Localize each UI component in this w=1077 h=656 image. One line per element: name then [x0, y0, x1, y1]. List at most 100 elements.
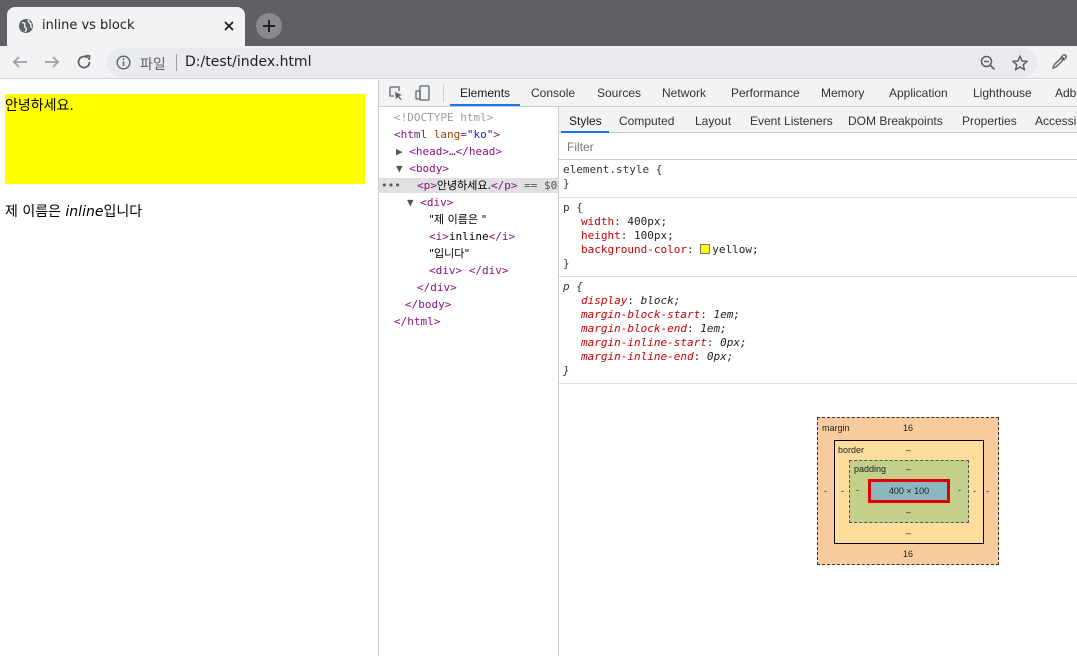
collapse-triangle-icon[interactable]: ▼	[407, 196, 414, 209]
dom-doctype[interactable]: <!DOCTYPE html>	[394, 111, 493, 125]
scheme-label: 파일	[140, 57, 166, 73]
padding-top-value[interactable]: –	[906, 464, 911, 474]
devtools-tab-bar: Elements Console Sources Network Perform…	[379, 80, 1077, 107]
box-model-content[interactable]: 400 × 100	[868, 479, 950, 503]
filter-bar: Filter	[559, 133, 1077, 160]
dom-div-open[interactable]: ▼ <div>	[407, 196, 453, 210]
collapse-triangle-icon[interactable]: ▼	[396, 162, 403, 175]
dom-html-close[interactable]: </html>	[394, 315, 440, 329]
omnibox-separator	[176, 54, 177, 71]
tab-properties[interactable]: Properties	[962, 114, 1017, 128]
tab-memory[interactable]: Memory	[821, 86, 864, 100]
tab-dom-breakpoints[interactable]: DOM Breakpoints	[848, 114, 943, 128]
globe-icon	[18, 18, 34, 34]
prop-width[interactable]: width: 400px;	[581, 215, 667, 229]
tab-application[interactable]: Application	[889, 86, 948, 100]
padding-left-value[interactable]: -	[856, 485, 859, 495]
dom-html-open[interactable]: <html lang="ko">	[394, 128, 500, 142]
tab-performance[interactable]: Performance	[731, 86, 800, 100]
attr-lang-value: "ko"	[466, 128, 494, 141]
url-text[interactable]: D:/test/index.html	[185, 54, 311, 70]
tab-styles[interactable]: Styles	[569, 114, 602, 128]
dom-head[interactable]: ▶ <head>…</head>	[396, 145, 502, 159]
tab-elements[interactable]: Elements	[460, 86, 510, 100]
back-arrow-icon[interactable]	[11, 53, 29, 71]
prop-height[interactable]: height: 100px;	[581, 229, 674, 243]
div-open-text: <div>	[420, 196, 454, 209]
border-right-value[interactable]: -	[973, 486, 976, 496]
dom-inner-div[interactable]: <div> </div>	[429, 264, 508, 278]
tab-event-listeners[interactable]: Event Listeners	[750, 114, 833, 128]
tab-computed[interactable]: Computed	[619, 114, 674, 128]
address-bar[interactable]: 파일 D:/test/index.html	[107, 48, 1037, 77]
filter-input[interactable]: Filter	[567, 140, 594, 154]
dom-div-close[interactable]: </div>	[417, 281, 457, 295]
prop-background-color[interactable]: background-color: yellow;	[581, 243, 759, 257]
node-menu-ellipsis[interactable]: •••	[381, 179, 401, 193]
prop-margin-block-start: margin-block-start: 1em;	[581, 308, 740, 321]
tab-network[interactable]: Network	[662, 86, 706, 100]
browser-toolbar: 파일 D:/test/index.html	[0, 46, 1077, 79]
prop-value: 0px;	[706, 350, 734, 363]
margin-left-value[interactable]: -	[824, 486, 827, 496]
tab-sources[interactable]: Sources	[597, 86, 641, 100]
prop-margin-inline-end: margin-inline-end: 0px;	[581, 350, 734, 363]
paragraph-text: 안녕하세요.	[5, 98, 74, 114]
prop-name: margin-inline-end	[581, 350, 694, 363]
ua-selector[interactable]: p {	[563, 280, 583, 294]
author-selector[interactable]: p {	[563, 201, 583, 215]
border-bottom-value[interactable]: –	[906, 528, 911, 538]
prop-value: yellow;	[712, 243, 759, 256]
tab-adb[interactable]: Adb	[1055, 86, 1076, 100]
new-tab-button[interactable]	[256, 13, 282, 39]
tab-accessibility[interactable]: Accessib	[1035, 114, 1077, 128]
expand-triangle-icon[interactable]: ▶	[396, 145, 403, 158]
dom-body-open[interactable]: ▼ <body>	[396, 162, 449, 176]
styles-tab-bar: Styles Computed Layout Event Listeners D…	[559, 107, 1077, 133]
inspect-element-icon[interactable]	[388, 85, 404, 101]
device-toolbar-icon[interactable]	[415, 85, 431, 101]
devtools-panel: Elements Console Sources Network Perform…	[378, 80, 1077, 656]
box-model-padding[interactable]: padding – – - - 400 × 100	[849, 460, 969, 523]
bookmark-star-icon[interactable]	[1011, 54, 1029, 72]
user-agent-p-rule: p { display: block; margin-block-start: …	[559, 278, 1077, 384]
dom-tree: <!DOCTYPE html> <html lang="ko"> ▶ <head…	[379, 107, 559, 656]
plus-icon	[263, 20, 275, 32]
color-swatch-icon[interactable]	[700, 244, 711, 254]
box-model-margin[interactable]: margin 16 16 - - border – – - - padding …	[817, 417, 999, 565]
box-model-border[interactable]: border – – - - padding – – - - 400 × 100	[834, 440, 984, 544]
info-icon[interactable]	[116, 55, 131, 70]
border-label: border	[838, 445, 865, 455]
tab-layout[interactable]: Layout	[695, 114, 731, 128]
border-top-value[interactable]: –	[906, 445, 911, 455]
close-icon[interactable]	[222, 19, 236, 33]
prop-value: 400px;	[627, 215, 668, 228]
active-tab-indicator	[450, 104, 520, 106]
element-style-rule: element.style { }	[559, 161, 1077, 198]
tab-lighthouse[interactable]: Lighthouse	[973, 86, 1032, 100]
element-style-selector[interactable]: element.style {	[563, 163, 662, 177]
dom-i-element[interactable]: <i>inline</i>	[429, 230, 515, 244]
border-left-value[interactable]: -	[841, 486, 844, 496]
prop-name: margin-block-end	[581, 322, 687, 335]
head-node-text: <head>…</head>	[409, 145, 502, 158]
content-size-value[interactable]: 400 × 100	[871, 486, 947, 496]
eyedropper-icon[interactable]	[1050, 53, 1068, 71]
browser-tab[interactable]: inline vs block	[7, 7, 245, 46]
forward-arrow-icon[interactable]	[43, 53, 61, 71]
dom-text-1[interactable]: "제 이름은 "	[429, 213, 487, 227]
dom-text-2[interactable]: "입니다"	[429, 247, 469, 261]
prop-name: background-color	[581, 243, 687, 256]
reload-icon[interactable]	[75, 53, 93, 71]
dom-p-selected[interactable]: <p>안녕하세요.</p> == $0	[417, 179, 557, 193]
tab-console[interactable]: Console	[531, 86, 575, 100]
padding-bottom-value[interactable]: –	[906, 507, 911, 517]
zoom-out-icon[interactable]	[979, 54, 997, 72]
prop-name: width	[581, 215, 615, 228]
dom-body-close[interactable]: </body>	[405, 298, 451, 312]
margin-right-value[interactable]: -	[986, 486, 989, 496]
padding-right-value[interactable]: -	[958, 485, 961, 495]
margin-bottom-value[interactable]: 16	[903, 549, 913, 559]
margin-label: margin	[822, 423, 850, 433]
margin-top-value[interactable]: 16	[903, 423, 913, 433]
